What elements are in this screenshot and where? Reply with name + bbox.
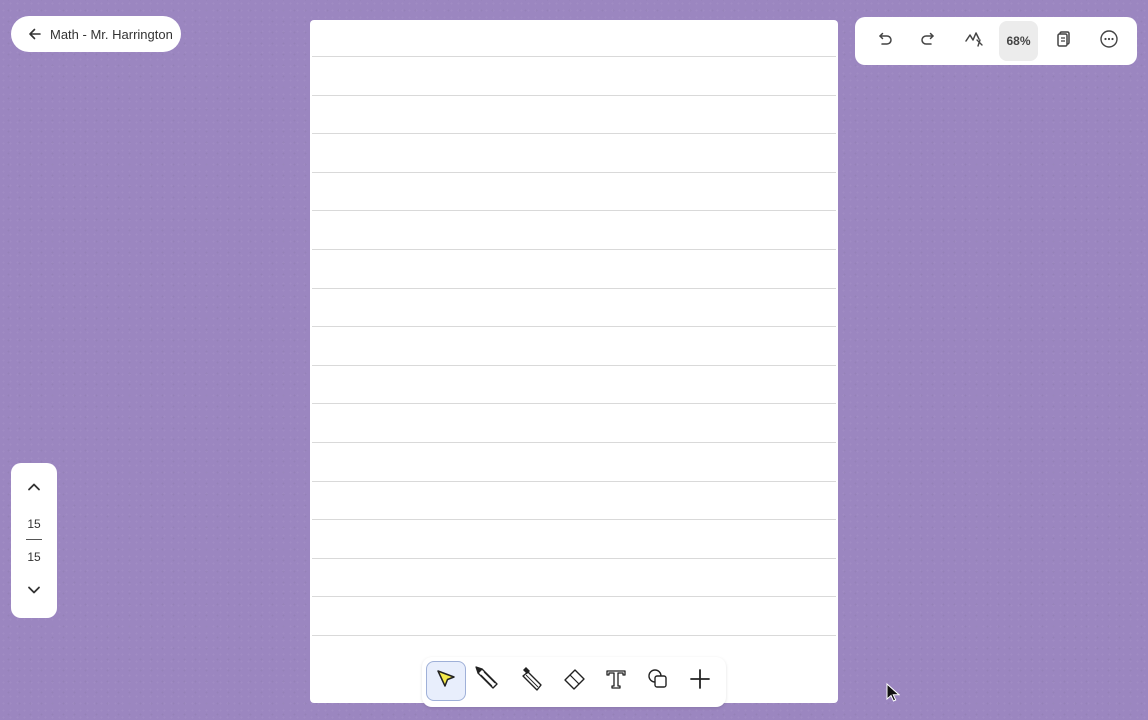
ruled-line (312, 95, 836, 96)
next-page-button[interactable] (22, 580, 46, 604)
ruled-line (312, 596, 836, 597)
zoom-level-button[interactable]: 68% (999, 21, 1038, 61)
ruled-line (312, 210, 836, 211)
ruled-line (312, 288, 836, 289)
pen-tool[interactable] (468, 661, 508, 701)
undo-button[interactable] (864, 21, 903, 61)
ruled-line (312, 558, 836, 559)
ruled-line (312, 442, 836, 443)
text-tool[interactable] (596, 661, 636, 701)
text-icon (603, 666, 629, 697)
shapes-tool[interactable] (638, 661, 678, 701)
undo-icon (874, 29, 894, 54)
chevron-up-icon (26, 479, 42, 500)
eraser-icon (559, 664, 589, 699)
more-options-button[interactable] (1089, 21, 1128, 61)
notebook-page[interactable] (310, 20, 838, 703)
ruled-lines (310, 20, 838, 703)
highlighter-icon (516, 663, 548, 700)
pages-button[interactable] (1044, 21, 1083, 61)
redo-icon (919, 29, 939, 54)
top-toolbar: 68% (855, 17, 1137, 65)
eraser-tool[interactable] (554, 661, 594, 701)
ruled-line (312, 56, 836, 57)
ruled-line (312, 249, 836, 250)
page-navigator: 15 15 (11, 463, 57, 618)
tool-palette (422, 657, 726, 707)
total-pages-number: 15 (27, 550, 41, 564)
ruled-line (312, 519, 836, 520)
cursor-pointer-icon (433, 666, 459, 697)
redo-button[interactable] (909, 21, 948, 61)
shapes-icon (645, 666, 671, 697)
highlighter-tool[interactable] (512, 661, 552, 701)
pages-icon (1054, 29, 1074, 54)
lasso-button[interactable] (954, 21, 993, 61)
pen-icon (473, 664, 503, 699)
chevron-down-icon (26, 582, 42, 603)
ruled-line (312, 635, 836, 636)
add-tool[interactable] (680, 661, 720, 701)
mouse-cursor-icon (886, 682, 901, 703)
plus-icon (688, 667, 712, 696)
ruled-line (312, 403, 836, 404)
previous-page-button[interactable] (22, 477, 46, 501)
ruled-line (312, 365, 836, 366)
ruled-line (312, 481, 836, 482)
select-tool[interactable] (426, 661, 466, 701)
ruled-line (312, 326, 836, 327)
ruled-line (312, 133, 836, 134)
current-page-number: 15 (27, 517, 41, 531)
notebook-title: Math - Mr. Harrington (50, 26, 173, 42)
page-divider (26, 539, 42, 540)
more-icon (1099, 29, 1119, 54)
ruled-line (312, 172, 836, 173)
back-button[interactable]: Math - Mr. Harrington (11, 16, 181, 52)
arrow-left-icon (27, 26, 43, 42)
lasso-icon (963, 28, 985, 55)
